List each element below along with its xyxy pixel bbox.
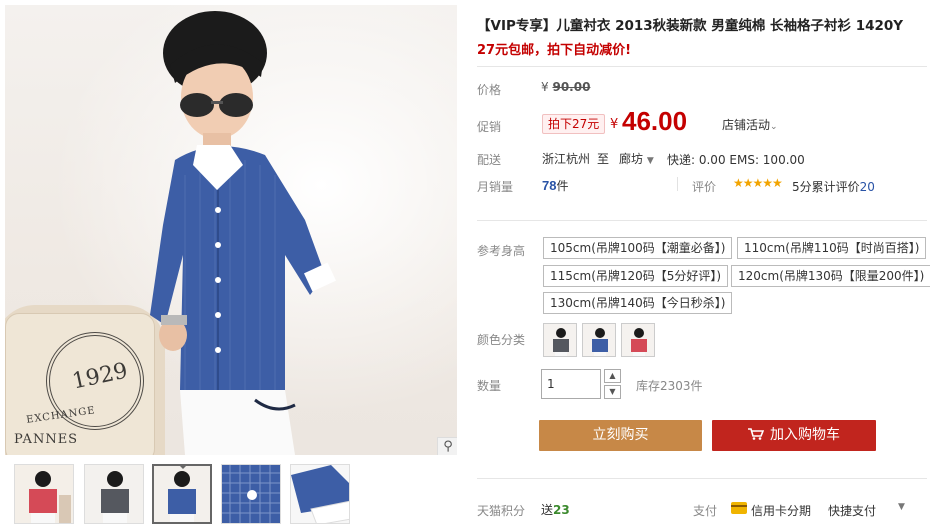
size-option[interactable]: 115cm(吊牌120码【5分好评】): [543, 265, 729, 287]
thumbnail-blue-shirt[interactable]: [152, 464, 212, 524]
points-value: 23: [553, 503, 570, 517]
color-option-gray[interactable]: [543, 323, 577, 357]
add-to-cart-label: 加入购物车: [770, 427, 840, 443]
decor-pillow: 1929 EXCHANGE PANNES: [5, 313, 155, 455]
size-option[interactable]: 105cm(吊牌100码【潮童必备】): [543, 237, 733, 259]
delivery-label: 配送: [477, 153, 502, 167]
product-title: 【VIP专享】儿童衬衣 2013秋装新款 男童纯棉 长袖格子衬衫 1420Y: [477, 18, 904, 34]
size-option[interactable]: 130cm(吊牌140码【今日秒杀】): [543, 292, 733, 314]
star-rating-icon: ★★★★★: [733, 176, 783, 190]
shop-activity-dropdown[interactable]: 店铺活动⌄: [722, 116, 778, 133]
review-count: 20: [859, 180, 875, 194]
divider: [477, 220, 927, 221]
installment-option[interactable]: 信用卡分期: [751, 502, 811, 519]
buy-now-button[interactable]: 立刻购买: [539, 420, 702, 451]
promo-price: 46.00: [622, 106, 688, 136]
rating-summary[interactable]: 5分累计评价20: [792, 178, 875, 195]
rating-label: 评价: [692, 180, 717, 194]
payment-label: 支付: [693, 504, 718, 518]
magnifier-icon[interactable]: ⚲: [437, 437, 457, 455]
size-label: 参考身高: [477, 244, 526, 258]
chevron-down-icon: ⌄: [770, 122, 778, 132]
color-label: 颜色分类: [477, 333, 526, 347]
divider: [477, 478, 927, 479]
thumbnail-image: [85, 465, 143, 523]
destination-value: 廊坊: [619, 152, 644, 166]
color-option-blue[interactable]: [582, 323, 616, 357]
thumbnail-red-shirt[interactable]: [14, 464, 74, 524]
add-to-cart-button[interactable]: 加入购物车: [712, 420, 876, 451]
main-product-image[interactable]: 1929 EXCHANGE PANNES ⚲: [5, 5, 457, 455]
divider: [677, 177, 678, 191]
monthly-sales-label: 月销量: [477, 180, 514, 194]
points-reward: 送23: [541, 501, 570, 518]
cumulative-reviews-label: 累计评价: [811, 180, 860, 194]
thumbnail-image: [222, 465, 280, 523]
credit-card-icon: [731, 502, 747, 514]
color-swatch-image: [631, 328, 647, 356]
triangle-down-icon: ▼: [646, 156, 654, 166]
model-boy-illustration: [150, 11, 337, 455]
currency-symbol: ¥: [610, 117, 619, 132]
thumbnail-fabric-detail[interactable]: [221, 464, 281, 524]
thumbnail-image: [15, 465, 73, 523]
ship-from: 浙江杭州: [542, 152, 591, 166]
monthly-sales-unit: 件: [556, 179, 569, 193]
thumbnail-strip: [5, 464, 457, 526]
stock-count: 库存2303件: [636, 379, 703, 393]
quantity-label: 数量: [477, 379, 502, 393]
color-swatch-image: [592, 328, 608, 356]
promo-label: 促销: [477, 120, 502, 134]
promo-tag: 拍下27元: [542, 114, 606, 134]
product-subtitle: 27元包邮，拍下自动减价!: [477, 43, 632, 58]
shipping-fees: 快递: 0.00 EMS: 100.00: [667, 153, 805, 167]
monthly-sales-count: 78: [542, 178, 557, 193]
monthly-sales: 78件: [542, 177, 568, 194]
size-option[interactable]: 110cm(吊牌110码【时尚百搭】): [737, 237, 927, 259]
pillow-print-text: PANNES: [14, 432, 79, 447]
original-price: ¥ 90.00: [541, 80, 590, 94]
quantity-input[interactable]: 1: [541, 369, 601, 399]
ship-to-word: 至: [597, 152, 610, 166]
triangle-down-icon[interactable]: ▼: [898, 502, 905, 512]
color-option-red[interactable]: [621, 323, 655, 357]
price-label: 价格: [477, 83, 502, 97]
thumbnail-image: [291, 465, 349, 523]
cart-icon: [748, 428, 764, 440]
thumbnail-gray-shirt[interactable]: [84, 464, 144, 524]
thumbnail-image: [154, 466, 210, 522]
color-swatch-image: [553, 328, 569, 356]
points-prefix: 送: [541, 503, 554, 517]
thumbnail-cuff-detail[interactable]: [290, 464, 350, 524]
quantity-decrease-icon[interactable]: ▼: [604, 385, 621, 399]
quick-pay-option[interactable]: 快捷支付: [828, 502, 876, 519]
destination-select[interactable]: 廊坊 ▼: [619, 150, 654, 167]
points-label: 天猫积分: [477, 504, 526, 518]
currency-symbol: ¥: [541, 80, 549, 94]
divider: [477, 66, 927, 67]
quantity-increase-icon[interactable]: ▲: [604, 369, 621, 383]
original-price-value: 90.00: [552, 80, 591, 94]
shop-activity-label: 店铺活动: [722, 118, 771, 132]
size-option[interactable]: 120cm(吊牌130码【限量200件】): [731, 265, 930, 287]
rating-score: 5分: [792, 180, 812, 194]
